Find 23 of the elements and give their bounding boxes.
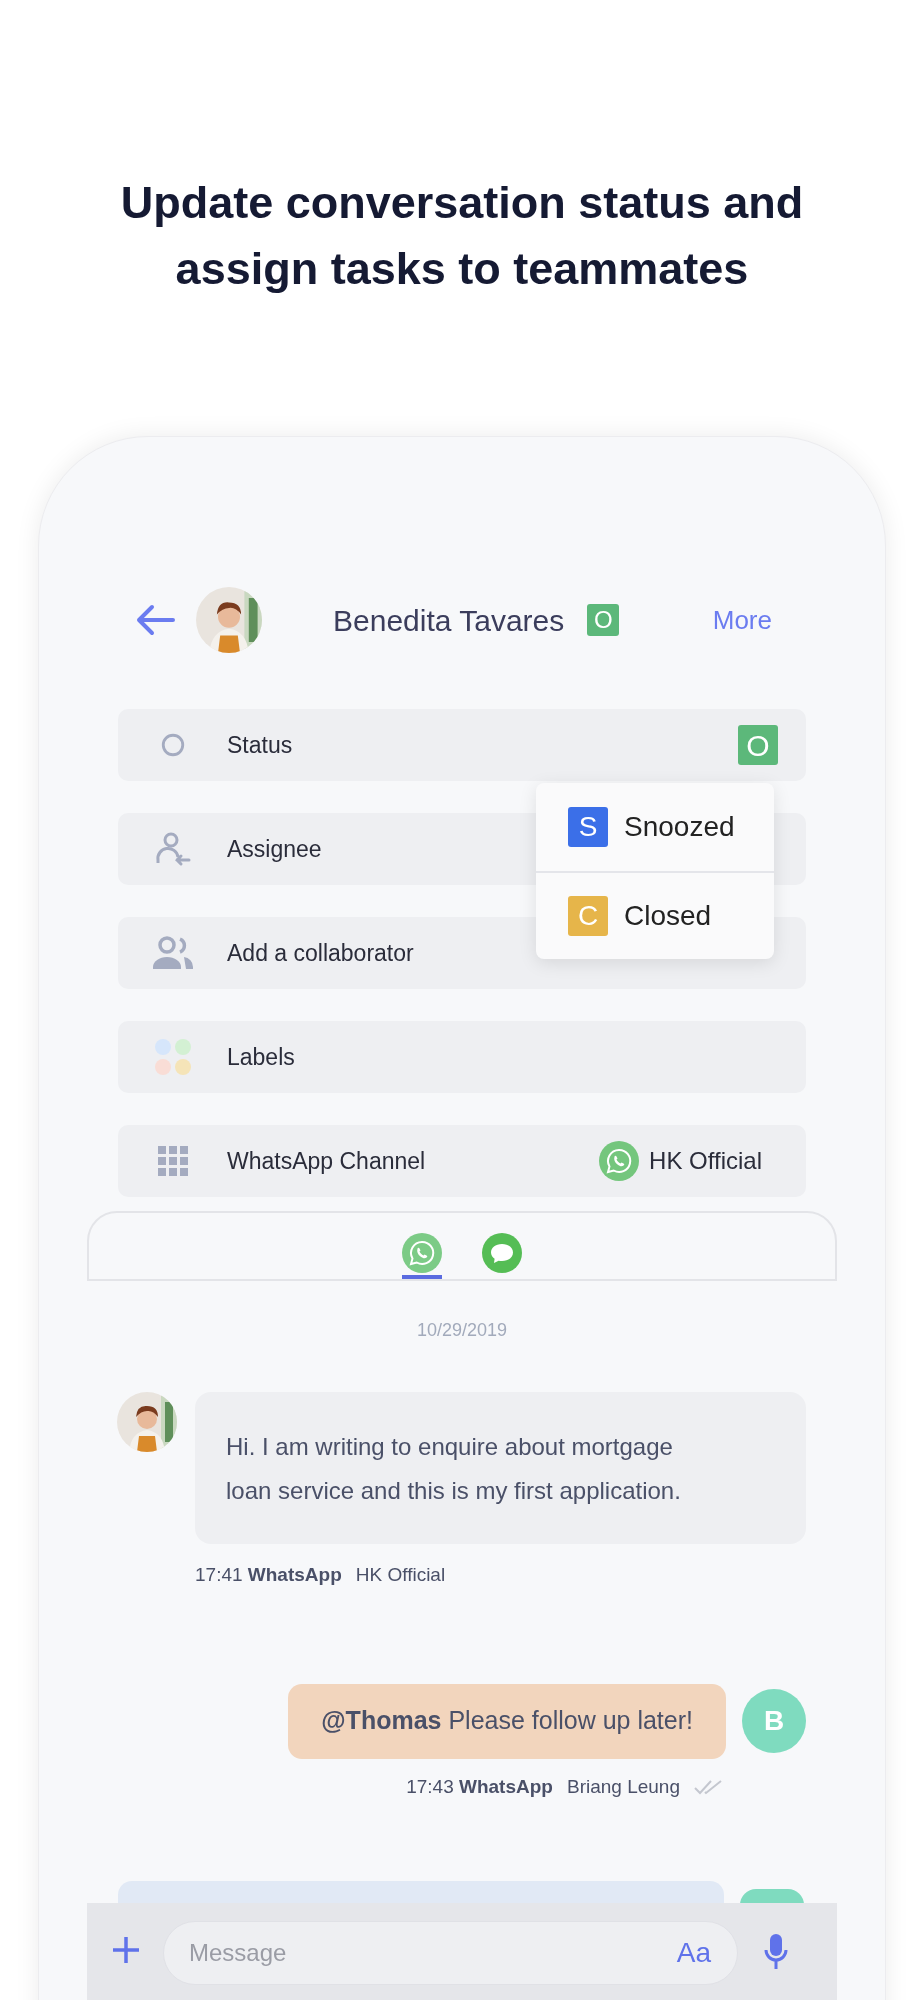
row-label: Assignee — [227, 834, 322, 864]
status-badge: O — [738, 725, 778, 765]
contact-name: Benedita Tavares — [333, 602, 565, 639]
message-time: 17:41 — [195, 1564, 243, 1585]
headline: Update conversation status and assign tasks to teammates — [119, 176, 805, 296]
status-letter: S — [568, 807, 608, 847]
message-sender: HK Official — [355, 1563, 446, 1587]
row-label: Add a collaborator — [227, 938, 414, 968]
message-channel: WhatsApp — [247, 1564, 342, 1585]
channel-name: HK Official — [649, 1146, 762, 1176]
status-badge: O — [587, 604, 620, 636]
date-label: 10/29/2019 — [416, 1319, 508, 1342]
message-bubble: Hi. I am writing to enquire about mortgage loan service and this is my first application. — [195, 1392, 806, 1544]
row-label: WhatsApp Channel — [227, 1146, 426, 1176]
message-channel: WhatsApp — [459, 1775, 553, 1797]
message-time: 17:43 — [406, 1775, 454, 1797]
message-bubble: @Thomas Please follow up later! — [288, 1683, 726, 1759]
avatar: B — [742, 1689, 806, 1753]
status-letter: C — [568, 896, 608, 936]
row-label: Status — [227, 730, 293, 760]
message-sender: Briang Leung — [566, 1774, 680, 1799]
row-label: Labels — [227, 1042, 295, 1072]
status-label: Snoozed — [624, 810, 735, 844]
